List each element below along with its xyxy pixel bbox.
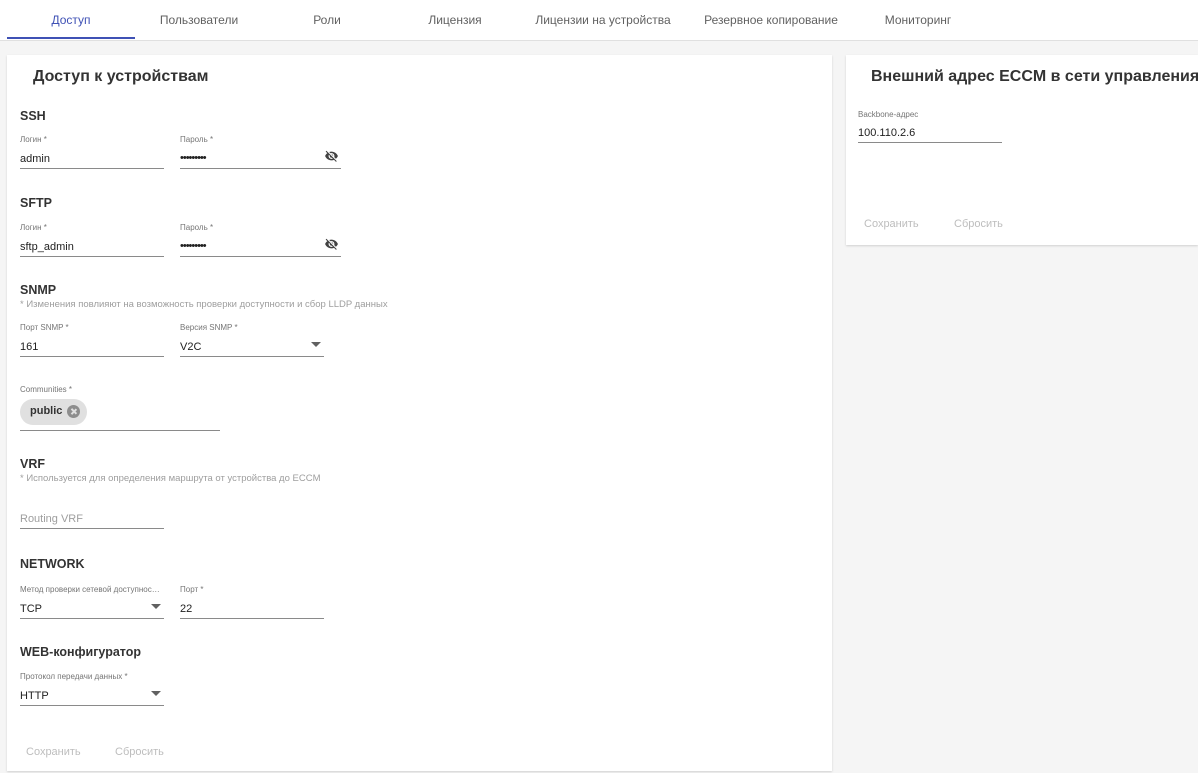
- field-label: Backbone-адрес: [858, 110, 919, 119]
- caret-down-icon[interactable]: [311, 342, 321, 347]
- snmp-version-select[interactable]: Версия SNMP * V2C: [180, 323, 324, 357]
- communities-field[interactable]: Communities * public: [20, 385, 220, 431]
- field-label: Пароль *: [180, 223, 214, 232]
- network-check-method-select[interactable]: Метод проверки сетевой доступности * TCP: [20, 585, 164, 619]
- network-port-value: 22: [180, 603, 193, 615]
- section-vrf-title: VRF: [20, 457, 45, 471]
- ssh-password-field[interactable]: Пароль * •••••••••: [180, 135, 341, 169]
- eye-off-icon[interactable]: [323, 237, 340, 251]
- sftp-login-value: sftp_admin: [20, 241, 74, 253]
- reset-button[interactable]: Сбросить: [115, 746, 164, 758]
- close-circle-icon[interactable]: [67, 405, 80, 418]
- field-label: Метод проверки сетевой доступности *: [20, 585, 162, 594]
- backbone-address-value: 100.110.2.6: [858, 127, 916, 139]
- chip-label: public: [30, 405, 63, 417]
- section-network-title: NETWORK: [20, 557, 85, 571]
- field-label: Протокол передачи данных *: [20, 672, 128, 681]
- field-label: Communities *: [20, 385, 73, 394]
- routing-vrf-field[interactable]: Routing VRF: [20, 495, 164, 529]
- external-address-card: Внешний адрес ECCM в сети управления Bac…: [846, 55, 1198, 245]
- section-web-title: WEB-конфигуратор: [20, 645, 142, 659]
- field-label: Версия SNMP *: [180, 323, 238, 332]
- reset-button[interactable]: Сбросить: [954, 218, 1003, 230]
- sftp-password-value: •••••••••: [180, 240, 207, 252]
- tab-users[interactable]: Пользователи: [135, 0, 263, 40]
- ssh-login-field[interactable]: Логин * admin: [20, 135, 164, 169]
- card-title: Внешний адрес ECCM в сети управления: [871, 68, 1198, 85]
- ssh-login-value: admin: [20, 153, 50, 165]
- routing-vrf-placeholder: Routing VRF: [20, 513, 83, 525]
- section-snmp-title: SNMP: [20, 283, 57, 297]
- tab-monitoring[interactable]: Мониторинг: [855, 0, 981, 40]
- section-sftp-title: SFTP: [20, 196, 52, 210]
- network-method-value: TCP: [20, 603, 42, 615]
- field-label: Порт *: [180, 585, 204, 594]
- backbone-address-field[interactable]: Backbone-адрес 100.110.2.6: [858, 110, 1002, 143]
- sftp-login-field[interactable]: Логин * sftp_admin: [20, 223, 164, 257]
- card-title: Доступ к устройствам: [33, 68, 209, 85]
- save-button[interactable]: Сохранить: [864, 218, 919, 230]
- tab-roles[interactable]: Роли: [263, 0, 391, 40]
- tab-license[interactable]: Лицензия: [391, 0, 519, 40]
- device-access-card: Доступ к устройствам SSH Логин * admin П…: [7, 55, 832, 771]
- ssh-password-value: •••••••••: [180, 152, 207, 164]
- tab-backup[interactable]: Резервное копирование: [687, 0, 855, 40]
- tab-bar: Доступ Пользователи Роли Лицензия Лиценз…: [0, 0, 1198, 41]
- web-protocol-select[interactable]: Протокол передачи данных * HTTP: [20, 672, 164, 706]
- tab-device-licenses[interactable]: Лицензии на устройства: [519, 0, 687, 40]
- section-ssh-title: SSH: [20, 109, 46, 123]
- field-label: Пароль *: [180, 135, 214, 144]
- web-protocol-value: HTTP: [20, 690, 49, 702]
- community-chip[interactable]: public: [20, 399, 87, 425]
- network-port-field[interactable]: Порт * 22: [180, 585, 324, 619]
- caret-down-icon[interactable]: [151, 691, 161, 696]
- snmp-port-value: 161: [20, 341, 39, 353]
- sftp-password-field[interactable]: Пароль * •••••••••: [180, 223, 341, 257]
- eye-off-icon[interactable]: [323, 149, 340, 163]
- snmp-port-field[interactable]: Порт SNMP * 161: [20, 323, 164, 357]
- caret-down-icon[interactable]: [151, 604, 161, 609]
- field-label: Порт SNMP *: [20, 323, 69, 332]
- vrf-hint: * Используется для определения маршрута …: [20, 473, 321, 484]
- tab-access[interactable]: Доступ: [7, 0, 135, 39]
- field-label: Логин *: [20, 223, 47, 232]
- snmp-hint: * Изменения повлияют на возможность пров…: [20, 299, 388, 310]
- save-button[interactable]: Сохранить: [26, 746, 81, 758]
- snmp-version-value: V2C: [180, 341, 202, 353]
- field-label: Логин *: [20, 135, 47, 144]
